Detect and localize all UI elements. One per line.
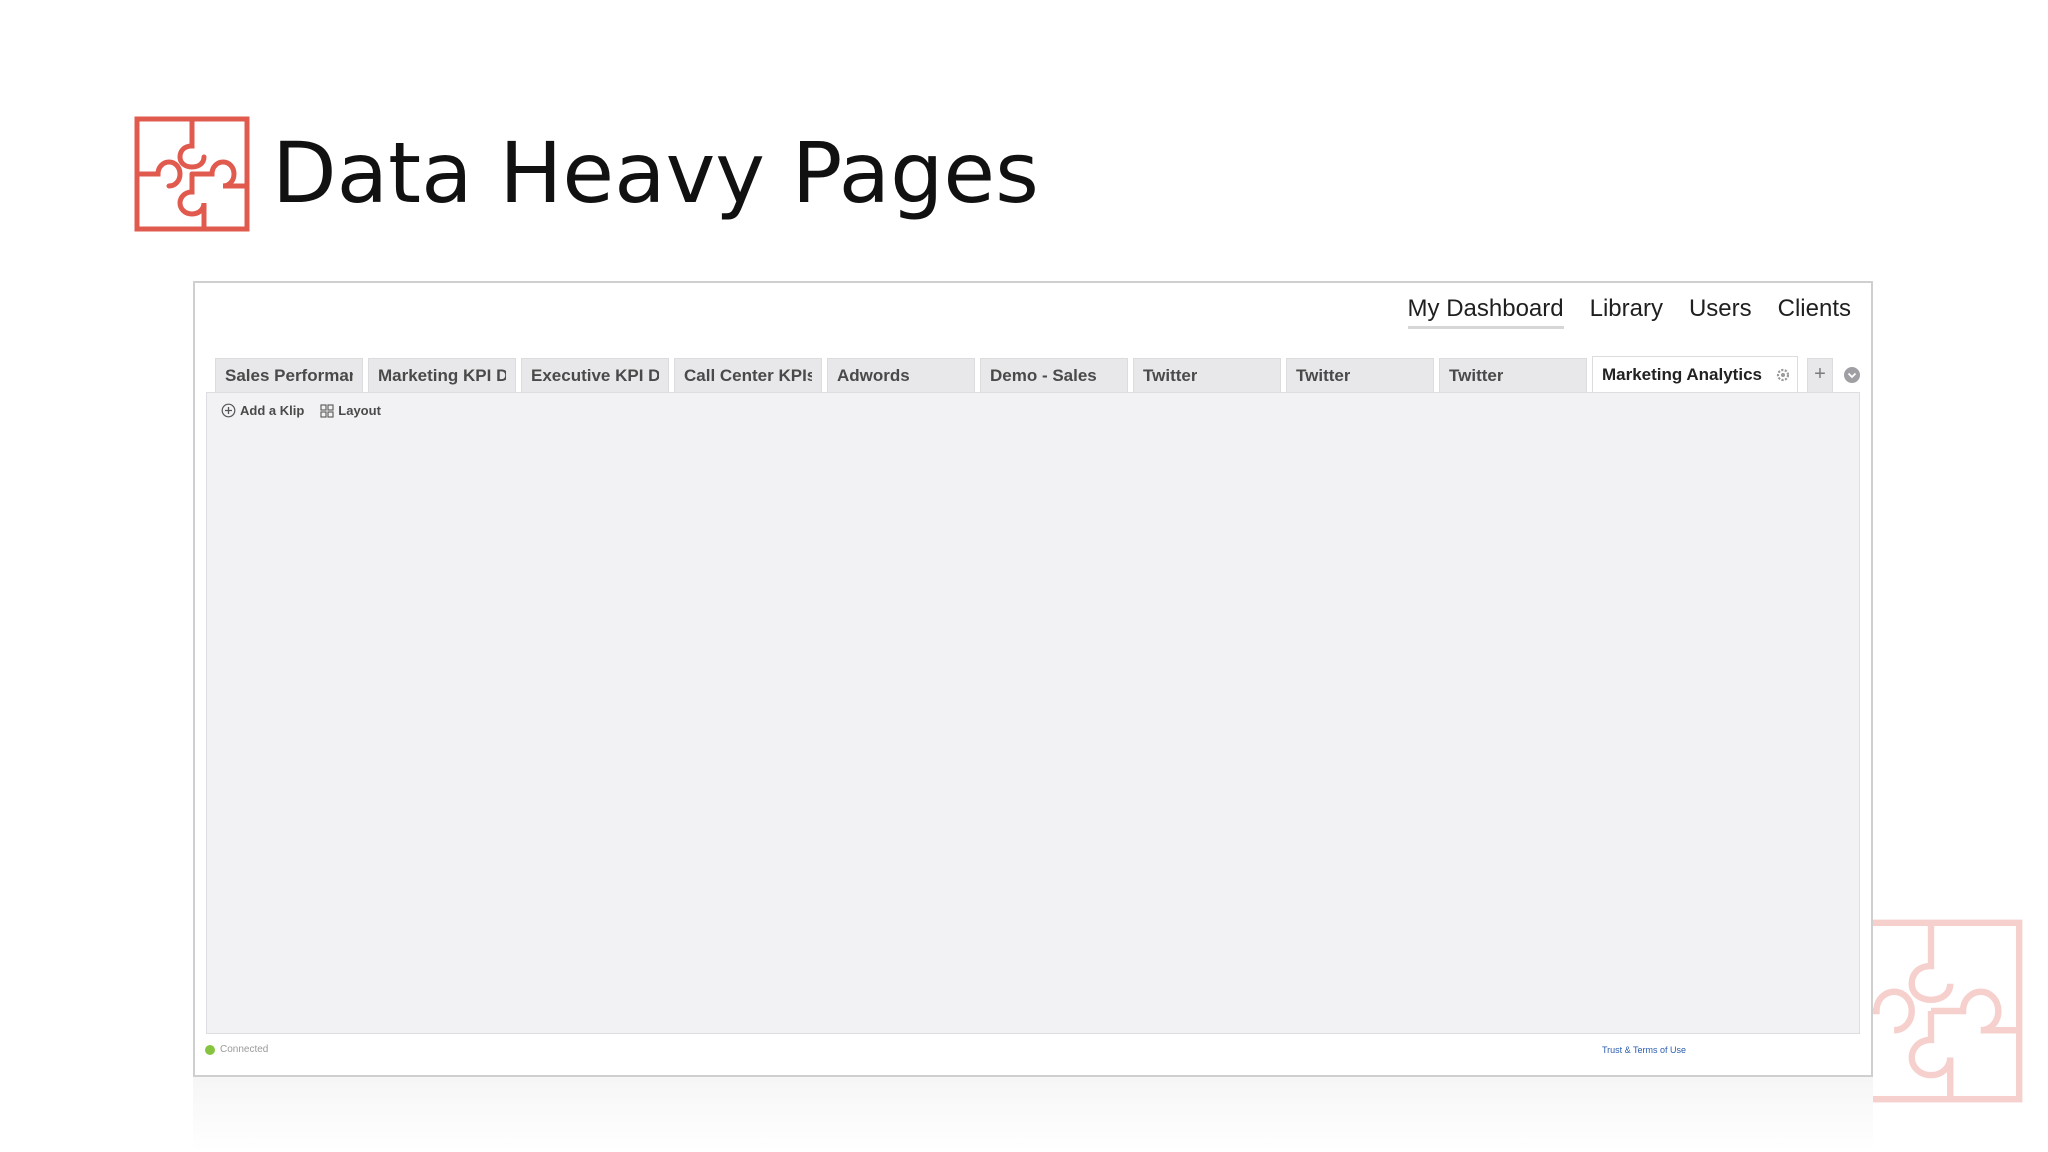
add-klip-label: Add a Klip — [240, 403, 305, 418]
canvas-toolbar: Add a Klip Layout — [221, 403, 381, 418]
tab-label: Sales Performance — [225, 365, 353, 385]
add-klip-button[interactable]: Add a Klip — [221, 403, 304, 418]
tab-label: Executive KPI Dashboard — [531, 365, 659, 385]
chevron-down-circle-icon[interactable] — [1843, 366, 1861, 384]
tab-label: Marketing Analytics — [1602, 364, 1762, 384]
dashboard-screenshot: My Dashboard Library Users Clients Sales… — [193, 281, 1873, 1077]
slide-title: Data Heavy Pages — [272, 124, 1039, 222]
status-dot — [205, 1044, 215, 1055]
status-text: Connected — [220, 1044, 269, 1055]
nav-clients[interactable]: Clients — [1778, 295, 1851, 329]
layout-label: Layout — [338, 403, 381, 418]
tab-label: Marketing KPI Dashboard — [378, 365, 506, 385]
grid-icon — [320, 403, 334, 418]
plus-circle-icon — [221, 403, 236, 418]
tab-label: Twitter — [1143, 365, 1198, 385]
top-nav: My Dashboard Library Users Clients — [1407, 295, 1851, 329]
nav-library[interactable]: Library — [1590, 295, 1663, 329]
tab-marketing-kpi[interactable]: Marketing KPI Dashboard — [368, 358, 516, 392]
tab-adwords[interactable]: Adwords — [827, 358, 975, 392]
puzzle-logo-icon — [134, 116, 250, 232]
tab-label: Adwords — [837, 365, 910, 385]
dashboard-canvas: Add a Klip Layout — [206, 392, 1860, 1034]
plus-icon[interactable]: + — [1807, 358, 1833, 392]
tab-call-center-kpis[interactable]: Call Center KPIs — [674, 358, 822, 392]
tab-label: Call Center KPIs — [684, 365, 812, 385]
tab-twitter-3[interactable]: Twitter — [1439, 358, 1587, 392]
trust-terms-link[interactable]: Trust & Terms of Use — [1602, 1045, 1686, 1055]
tab-executive-kpi[interactable]: Executive KPI Dashboard — [521, 358, 669, 392]
connection-status: Connected — [205, 1044, 268, 1055]
screenshot-reflection — [193, 1077, 1873, 1152]
tab-demo-sales[interactable]: Demo - Sales — [980, 358, 1128, 392]
tab-sales-performance[interactable]: Sales Performance — [215, 358, 363, 392]
tab-marketing-analytics[interactable]: Marketing Analytics — [1592, 356, 1798, 392]
nav-my-dashboard[interactable]: My Dashboard — [1407, 295, 1564, 329]
tab-label: Twitter — [1449, 365, 1504, 385]
nav-users[interactable]: Users — [1689, 295, 1752, 329]
gear-icon[interactable] — [1775, 367, 1791, 383]
tab-twitter-1[interactable]: Twitter — [1133, 358, 1281, 392]
tab-label: Twitter — [1296, 365, 1351, 385]
tab-twitter-2[interactable]: Twitter — [1286, 358, 1434, 392]
layout-button[interactable]: Layout — [320, 403, 381, 418]
tab-label: Demo - Sales — [990, 365, 1097, 385]
dashboard-tab-bar: Sales Performance Marketing KPI Dashboar… — [215, 356, 1861, 392]
